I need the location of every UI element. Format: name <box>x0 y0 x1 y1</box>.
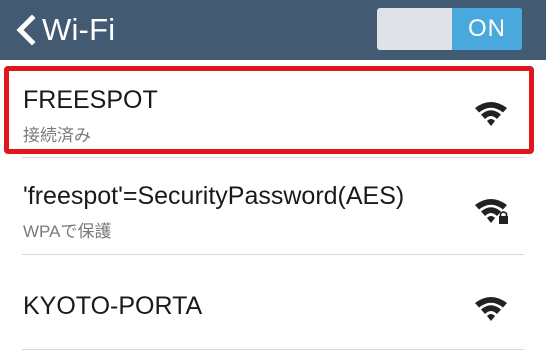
network-item-freespot[interactable]: FREESPOT 接続済み <box>0 60 546 157</box>
divider <box>22 157 524 158</box>
network-security: WPAで保護 <box>23 222 112 241</box>
wifi-settings-screen: Wi-Fi ON FREESPOT 接続済み 'freespot'=Securi… <box>0 0 546 359</box>
wifi-lock-icon <box>475 199 508 224</box>
divider <box>22 349 524 350</box>
wifi-icon <box>475 297 507 321</box>
chevron-left-icon <box>16 15 36 45</box>
network-name: FREESPOT <box>23 86 158 114</box>
network-name: 'freespot'=SecurityPassword(AES) <box>23 182 405 210</box>
header-bar: Wi-Fi ON <box>0 0 546 60</box>
back-button[interactable]: Wi-Fi <box>14 8 115 52</box>
wifi-toggle[interactable]: ON <box>377 8 522 50</box>
divider <box>22 254 524 255</box>
page-title: Wi-Fi <box>42 12 116 47</box>
network-list: FREESPOT 接続済み 'freespot'=SecurityPasswor… <box>0 60 546 351</box>
wifi-icon <box>475 102 507 126</box>
network-name: KYOTO-PORTA <box>23 292 203 320</box>
network-item-kyoto-porta[interactable]: KYOTO-PORTA <box>0 254 546 351</box>
network-status: 接続済み <box>23 126 91 145</box>
network-item-freespot-secure[interactable]: 'freespot'=SecurityPassword(AES) WPAで保護 <box>0 157 546 254</box>
toggle-on-label: ON <box>452 8 522 50</box>
